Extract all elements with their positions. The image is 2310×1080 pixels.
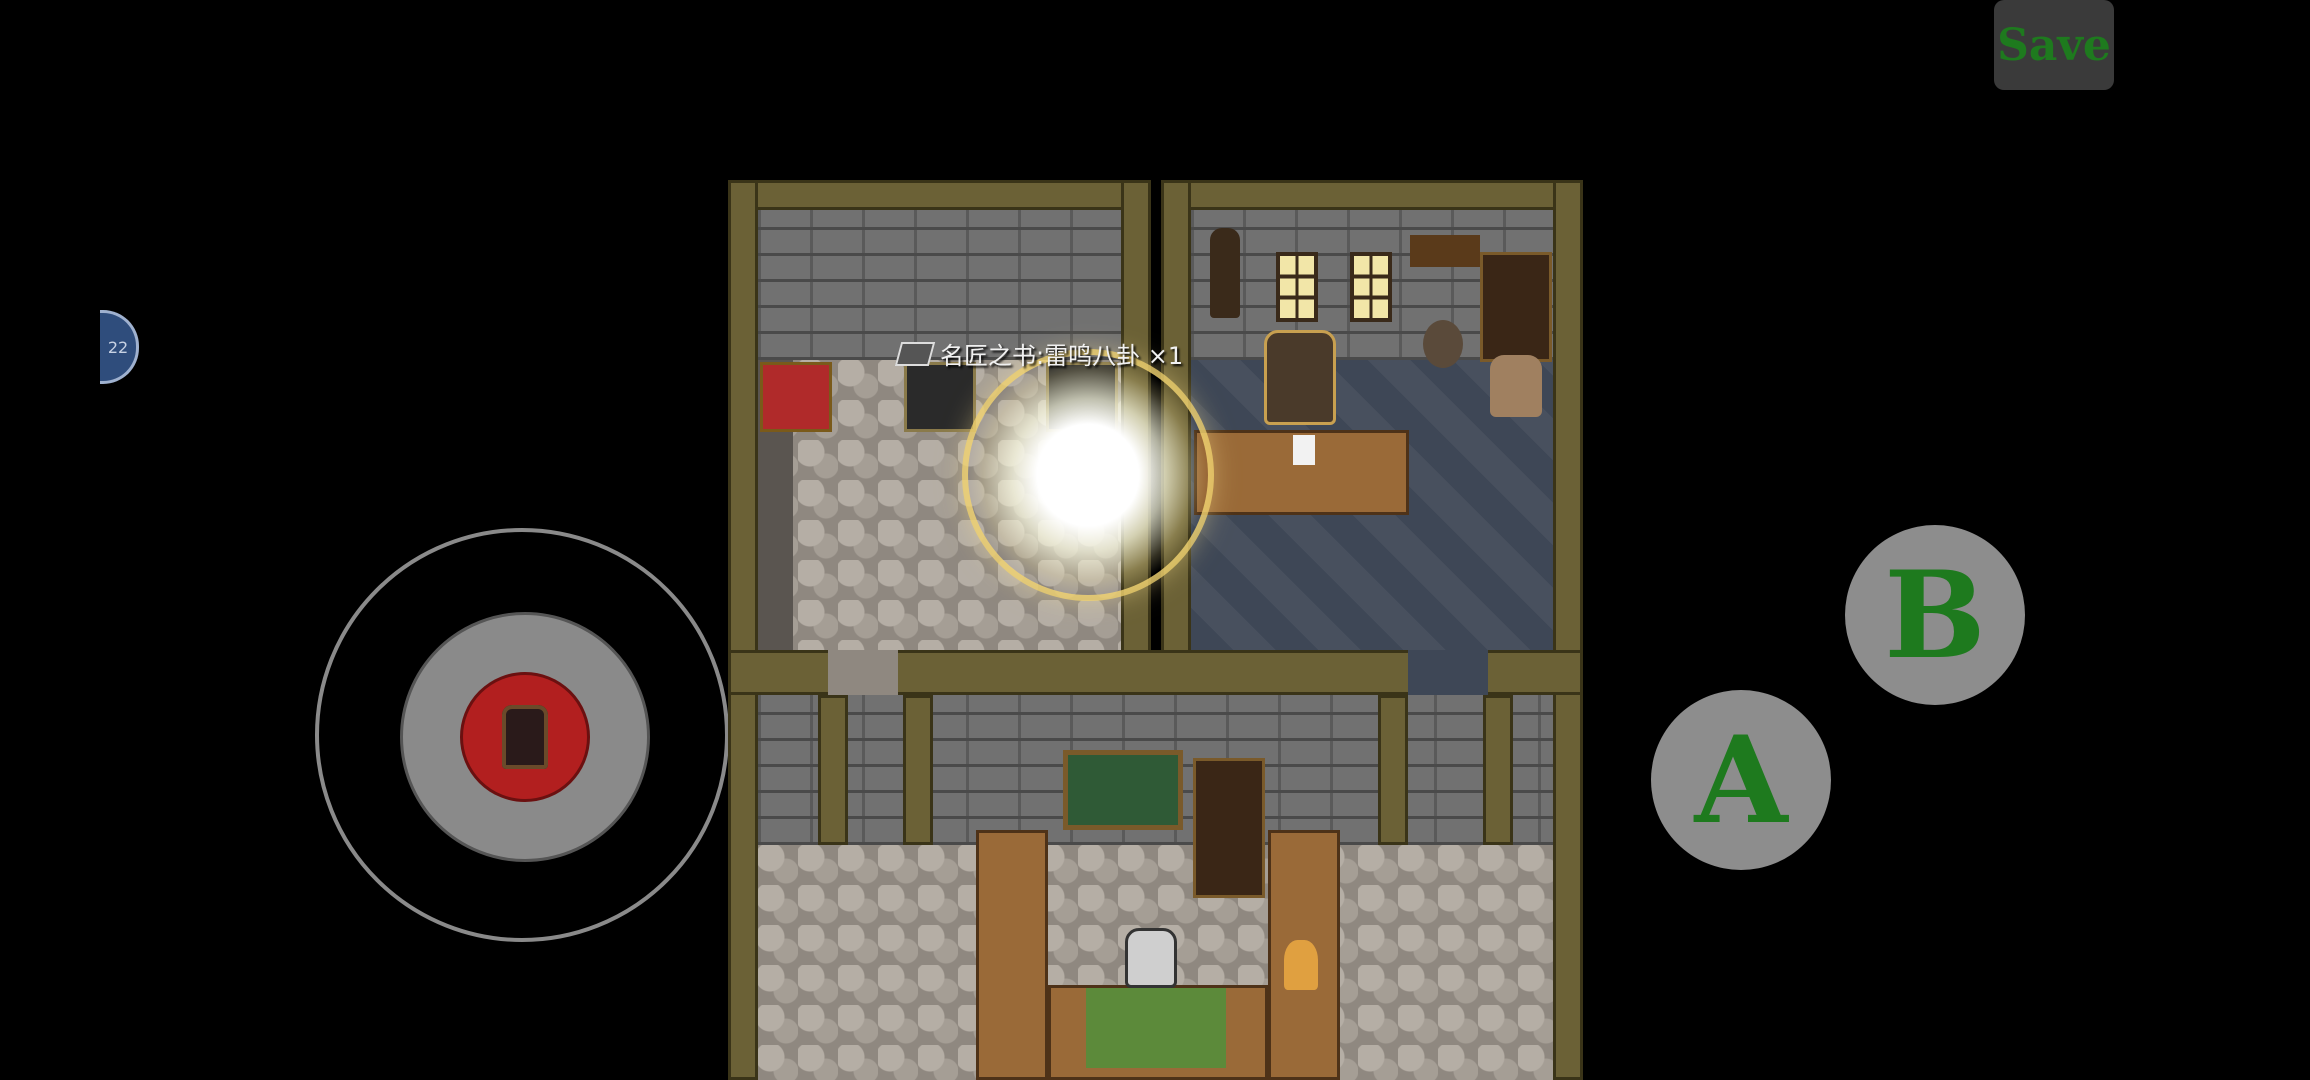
window [1276, 252, 1318, 322]
lamp [1284, 940, 1318, 990]
villager-npc[interactable] [1490, 355, 1542, 417]
notice-board[interactable] [1063, 750, 1183, 830]
save-button[interactable]: Save [1994, 0, 2114, 90]
officer-npc[interactable] [1264, 330, 1336, 425]
grandfather-clock [1210, 228, 1240, 318]
side-menu-tab[interactable]: 22 [100, 310, 139, 384]
pillar [818, 695, 848, 845]
item-obtained-popup: 名匠之书:雷鸣八卦 ×1 [894, 336, 1184, 371]
paper-icon [1293, 435, 1315, 465]
wall [728, 180, 1151, 210]
game-map[interactable]: 名匠之书:雷鸣八卦 ×1 [728, 180, 1583, 1080]
counter [976, 830, 1048, 1080]
window [1350, 252, 1392, 322]
joystick-knob[interactable] [460, 672, 590, 802]
wall [1161, 180, 1583, 210]
a-button[interactable]: A [1651, 690, 1831, 870]
wall [1553, 180, 1583, 1080]
doorway [828, 650, 898, 695]
item-obtained-text: 名匠之书:雷鸣八卦 ×1 [940, 342, 1184, 370]
player-portrait-icon [502, 705, 548, 769]
bookshelf-small [1410, 235, 1480, 267]
b-button[interactable]: B [1845, 525, 2025, 705]
pillar [1483, 695, 1513, 845]
doorway [1408, 650, 1488, 695]
red-chest[interactable] [760, 362, 832, 432]
bookshelf[interactable] [1193, 758, 1265, 898]
shopkeeper-npc[interactable] [1125, 928, 1177, 988]
opened-chest[interactable] [904, 362, 976, 432]
flower-pot [1423, 320, 1463, 368]
pillar [1378, 695, 1408, 845]
green-cloth [1086, 988, 1226, 1068]
pillar [903, 695, 933, 845]
save-point-glow[interactable] [968, 355, 1208, 595]
wall [728, 180, 758, 1080]
cabinet [1480, 252, 1552, 362]
book-icon [894, 341, 936, 366]
